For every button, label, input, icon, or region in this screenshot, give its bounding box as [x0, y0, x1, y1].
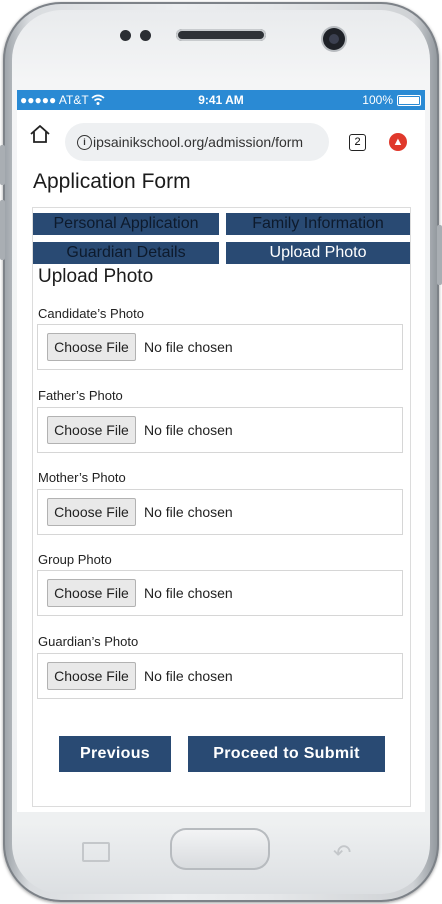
recent-apps-icon[interactable]	[82, 842, 110, 862]
tab-upload-photo[interactable]: Upload Photo	[226, 242, 410, 264]
choose-file-button[interactable]: Choose File	[47, 579, 136, 607]
file-input-group-photo: Choose File No file chosen	[37, 570, 403, 616]
file-status: No file chosen	[144, 668, 233, 684]
choose-file-button[interactable]: Choose File	[47, 662, 136, 690]
section-title: Upload Photo	[38, 266, 154, 287]
field-label-guardian-photo: Guardian’s Photo	[38, 634, 139, 649]
earpiece-speaker	[176, 29, 266, 41]
field-label-group-photo: Group Photo	[38, 552, 112, 567]
field-label-mother-photo: Mother’s Photo	[38, 470, 126, 485]
battery-icon	[397, 94, 421, 106]
info-icon[interactable]: i	[77, 134, 92, 150]
phone-screen: ●●●●● AT&T 9:41 AM 100% i ipsainikschool…	[17, 90, 425, 812]
file-status: No file chosen	[144, 339, 233, 355]
proceed-to-submit-button[interactable]: Proceed to Submit	[188, 736, 385, 772]
previous-button[interactable]: Previous	[59, 736, 171, 772]
tab-count-icon[interactable]: 2	[349, 134, 366, 151]
address-bar[interactable]: i ipsainikschool.org/admission/form	[65, 123, 329, 161]
tab-family-information[interactable]: Family Information	[226, 213, 410, 235]
file-input-father-photo: Choose File No file chosen	[37, 407, 403, 453]
tab-guardian-details[interactable]: Guardian Details	[33, 242, 219, 264]
choose-file-button[interactable]: Choose File	[47, 416, 136, 444]
front-camera	[323, 28, 345, 50]
menu-icon[interactable]: ▲	[389, 133, 407, 151]
status-bar: ●●●●● AT&T 9:41 AM 100%	[17, 90, 425, 110]
light-sensor	[140, 30, 151, 41]
form-panel: Personal Application Family Information …	[32, 207, 411, 807]
volume-button-2	[0, 200, 5, 260]
volume-button	[0, 145, 5, 185]
url-text: ipsainikschool.org/admission/form	[93, 134, 304, 150]
tab-personal-application[interactable]: Personal Application	[33, 213, 219, 235]
file-input-mother-photo: Choose File No file chosen	[37, 489, 403, 535]
field-label-father-photo: Father’s Photo	[38, 388, 123, 403]
choose-file-button[interactable]: Choose File	[47, 333, 136, 361]
file-status: No file chosen	[144, 585, 233, 601]
file-input-candidate-photo: Choose File No file chosen	[37, 324, 403, 370]
battery-status: 100%	[362, 93, 421, 107]
file-input-guardian-photo: Choose File No file chosen	[37, 653, 403, 699]
back-icon[interactable]: ↶	[333, 840, 351, 866]
page-title: Application Form	[33, 170, 191, 193]
file-status: No file chosen	[144, 422, 233, 438]
home-button[interactable]	[170, 828, 270, 870]
choose-file-button[interactable]: Choose File	[47, 498, 136, 526]
battery-percent: 100%	[362, 93, 393, 107]
field-label-candidate-photo: Candidate’s Photo	[38, 306, 145, 321]
proximity-sensor	[120, 30, 131, 41]
power-button	[437, 225, 442, 285]
home-icon[interactable]	[29, 123, 51, 145]
file-status: No file chosen	[144, 504, 233, 520]
